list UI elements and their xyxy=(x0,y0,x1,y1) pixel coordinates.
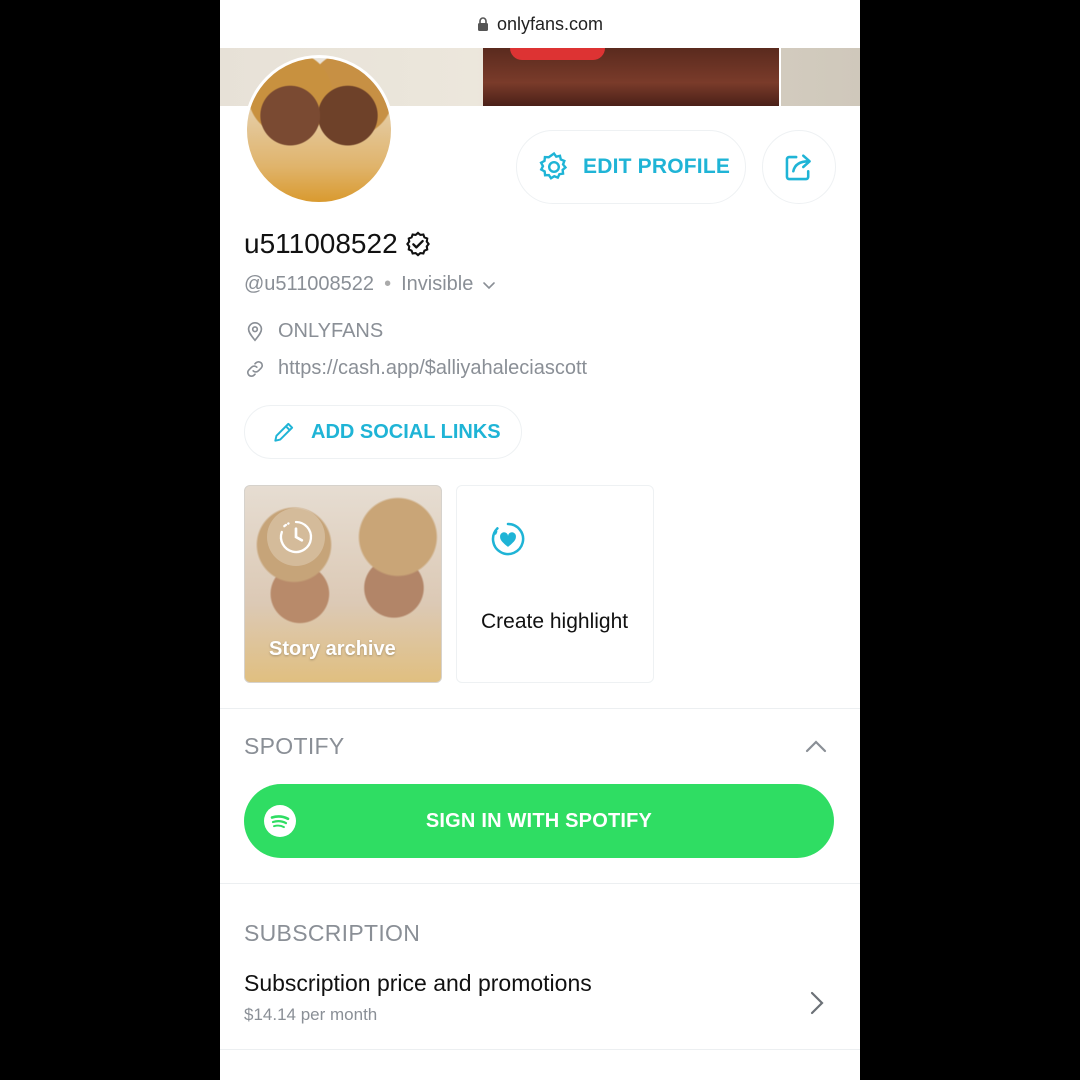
location-text: ONLYFANS xyxy=(278,320,384,342)
avatar[interactable] xyxy=(244,55,394,205)
add-social-links-button[interactable]: ADD SOCIAL LINKS xyxy=(244,405,522,459)
profile-name: u511008522 xyxy=(244,228,432,260)
chevron-down-icon xyxy=(483,281,496,289)
location-pin-icon xyxy=(247,321,263,342)
spotify-icon xyxy=(264,805,296,837)
subscription-price: $14.14 per month xyxy=(244,1005,378,1024)
story-archive-icon xyxy=(267,508,325,566)
subscription-section-title: SUBSCRIPTION xyxy=(244,920,421,946)
verified-badge-icon xyxy=(405,231,430,257)
chevron-right-icon[interactable] xyxy=(808,990,826,1016)
username-handle: @u511008522 xyxy=(244,273,375,295)
divider xyxy=(220,1049,860,1050)
add-social-links-label: ADD SOCIAL LINKS xyxy=(311,420,501,443)
browser-url-bar[interactable]: onlyfans.com xyxy=(220,0,860,48)
create-highlight-label: Create highlight xyxy=(481,610,629,633)
divider xyxy=(220,883,860,884)
url-text: onlyfans.com xyxy=(496,13,604,34)
lock-icon xyxy=(477,17,488,31)
spotify-button-label: SIGN IN WITH SPOTIFY xyxy=(425,809,653,832)
gear-icon xyxy=(539,151,568,180)
story-archive-label: Story archive xyxy=(269,638,396,660)
pencil-icon xyxy=(274,422,294,442)
share-icon xyxy=(785,154,811,181)
create-highlight-tile[interactable]: Create highlight xyxy=(456,485,654,683)
subscription-row-title: Subscription price and promotions xyxy=(244,970,592,996)
website-row[interactable]: https://cash.app/$alliyahaleciascott xyxy=(244,357,587,380)
divider xyxy=(220,708,860,709)
subscription-price-row[interactable]: Subscription price and promotions $14.14… xyxy=(244,970,592,1025)
chevron-up-icon[interactable] xyxy=(804,736,828,756)
story-archive-tile[interactable]: Story archive xyxy=(244,485,442,683)
display-name: u511008522 xyxy=(244,228,398,259)
spotify-section-title: SPOTIFY xyxy=(244,733,345,759)
location-row: ONLYFANS xyxy=(244,320,383,343)
share-button[interactable] xyxy=(762,130,836,204)
sign-in-with-spotify-button[interactable]: SIGN IN WITH SPOTIFY xyxy=(244,784,834,858)
website-link[interactable]: https://cash.app/$alliyahaleciascott xyxy=(278,357,587,380)
phone-screen: onlyfans.com EDIT PROFILE u511008522 @u5… xyxy=(220,0,860,1080)
edit-profile-button[interactable]: EDIT PROFILE xyxy=(516,130,746,204)
highlight-heart-icon xyxy=(491,522,525,556)
handle-row: @u511008522 • Invisible xyxy=(244,273,497,296)
status-label: Invisible xyxy=(401,273,474,295)
link-icon xyxy=(246,360,264,377)
separator-dot: • xyxy=(384,273,392,295)
edit-profile-label: EDIT PROFILE xyxy=(583,155,731,178)
status-dropdown[interactable]: Invisible xyxy=(401,273,497,296)
